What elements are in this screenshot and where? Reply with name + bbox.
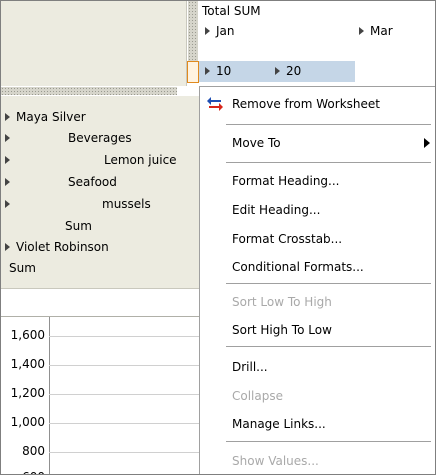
menu-separator [226,283,431,284]
month-heading-jan[interactable]: Jan [205,21,235,42]
menu-item-manage-links[interactable]: Manage Links... [200,409,435,439]
menu-item-remove-from-worksheet[interactable]: Remove from Worksheet [200,89,435,119]
day-heading-band: 10 20 [199,61,355,82]
menu-item-edit-heading[interactable]: Edit Heading... [200,195,435,225]
day-heading-10[interactable]: 10 [205,61,231,82]
row-heading-maya-silver[interactable]: Maya Silver [5,107,86,127]
row-heading-lemon-juice[interactable]: Lemon juice [5,150,177,170]
menu-item-sort-high-to-low[interactable]: Sort High To Low [200,315,435,345]
menu-separator [226,441,431,442]
crosstab-corner [1,1,187,86]
menu-item-format-heading[interactable]: Format Heading... [200,166,435,196]
day-heading-20[interactable]: 20 [275,61,301,82]
menu-item-show-values: Show Values... [232,454,319,468]
submenu-arrow-icon [424,138,430,148]
worksheet-frame: Total SUM Jan Mar 10 20 Maya Silver Beve… [0,0,436,475]
menu-item-collapse: Collapse [232,389,283,403]
expand-icon [359,27,364,35]
expand-icon [5,200,10,208]
row-heading-mussels[interactable]: mussels [5,194,151,214]
menu-separator [226,124,431,125]
chart-gridline [49,336,199,337]
column-grip-handle[interactable] [188,1,198,61]
expand-icon [5,243,10,251]
y-tick-label: 800 [22,444,45,458]
selected-column-handle[interactable] [187,61,199,83]
y-tick-label: 1,400 [10,357,45,371]
menu-item-format-crosstab[interactable]: Format Crosstab... [200,224,435,254]
expand-icon [275,67,280,75]
chart-gridline [49,394,199,395]
row-headers: Maya Silver Beverages Lemon juice Seafoo… [1,96,199,288]
row-heading-sum[interactable]: Sum [65,216,92,236]
chart-gridline [49,423,199,424]
y-tick-label: 600 [1,471,45,474]
row-area-spacer [1,288,199,316]
expand-icon [5,134,10,142]
measure-heading[interactable]: Total SUM [202,1,261,22]
expand-icon [205,27,210,35]
context-menu: Remove from Worksheet Move To Format Hea… [199,86,435,474]
chart-gridline [49,365,199,366]
expand-icon [205,67,210,75]
chart-gridline [49,452,199,453]
expand-icon [5,178,10,186]
menu-separator [226,346,431,347]
menu-item-move-to[interactable]: Move To [200,128,435,158]
y-tick-label: 1,600 [10,328,45,342]
row-heading-seafood[interactable]: Seafood [5,172,117,192]
row-heading-grand-sum[interactable]: Sum [9,258,36,278]
month-heading-mar[interactable]: Mar [359,21,393,42]
menu-separator [226,162,431,163]
menu-item-conditional-formats[interactable]: Conditional Formats... [200,252,435,282]
menu-item-drill[interactable]: Drill... [200,352,435,382]
chart-area: 1,600 1,400 1,200 1,000 800 600 [1,316,201,474]
row-heading-beverages[interactable]: Beverages [5,128,132,148]
row-grip-handle[interactable] [1,87,177,95]
expand-icon [5,113,10,121]
y-tick-label: 1,200 [10,386,45,400]
column-headers: Total SUM Jan Mar 10 20 [199,1,435,86]
expand-icon [5,156,10,164]
swap-arrows-icon [207,97,223,111]
row-heading-violet-robinson[interactable]: Violet Robinson [5,237,109,257]
y-tick-label: 1,000 [10,415,45,429]
menu-item-sort-low-to-high: Sort Low To High [232,295,332,309]
